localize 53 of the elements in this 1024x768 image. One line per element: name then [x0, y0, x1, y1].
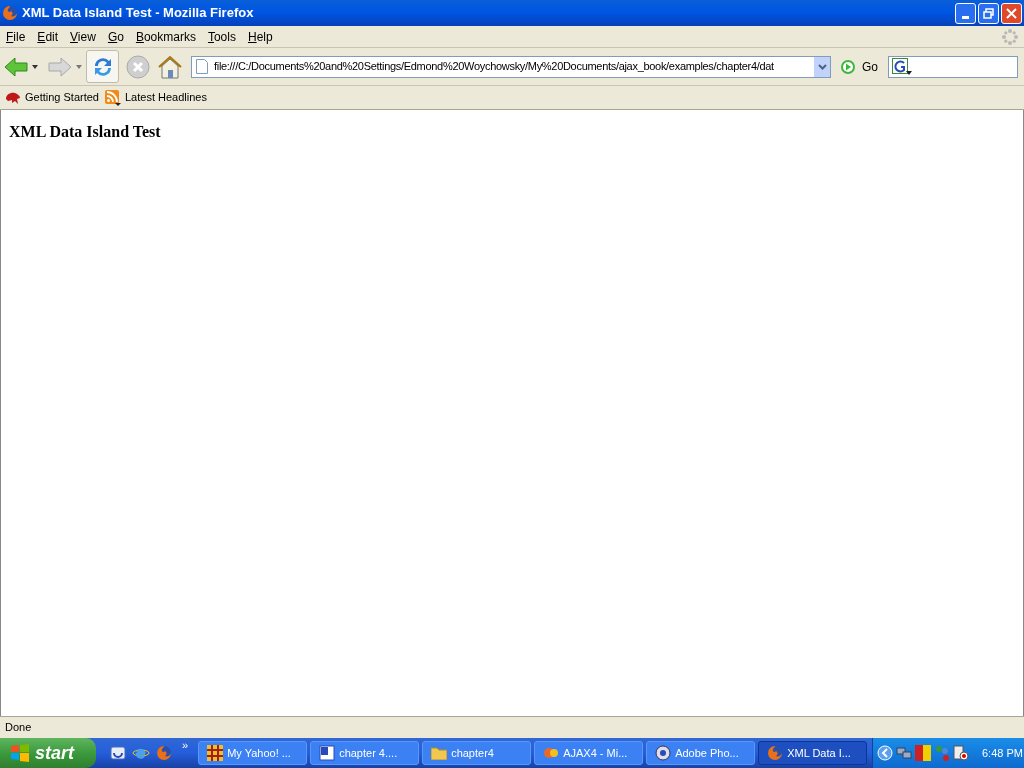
firefox-icon[interactable]: [156, 745, 172, 761]
menu-item[interactable]: View: [64, 27, 102, 46]
firefox-icon: [767, 745, 784, 761]
address-field[interactable]: file:///C:/Documents%20and%20Settings/Edmond%20Woychowsky/My%20Documents/ajax_book/examples/chapter4/dat: [191, 55, 831, 78]
grid-icon: [207, 745, 224, 761]
eye-icon: [655, 745, 672, 761]
taskbar-button[interactable]: chapter 4....: [310, 741, 420, 765]
close-icon: [1006, 7, 1017, 19]
app-icon: [543, 745, 560, 761]
start-button[interactable]: start: [0, 738, 96, 768]
close-button[interactable]: [1001, 2, 1022, 24]
taskbar-button[interactable]: Adobe Pho...: [646, 741, 756, 765]
dropdown-arrow-icon[interactable]: [32, 64, 38, 69]
taskbar-button[interactable]: AJAX4 - Mi...: [534, 741, 644, 765]
menu-item[interactable]: Go: [101, 27, 130, 46]
menu-item[interactable]: Bookmarks: [129, 27, 202, 46]
firefox-icon: [2, 5, 18, 21]
taskbar-button[interactable]: XML Data I...: [758, 741, 868, 765]
go-button[interactable]: Go: [840, 57, 878, 76]
menu-item[interactable]: Edit: [31, 27, 65, 46]
page-icon: [196, 59, 208, 74]
taskbar-button[interactable]: chapter4: [422, 741, 532, 765]
search-field[interactable]: [888, 55, 1018, 78]
menu-item[interactable]: Help: [241, 27, 279, 46]
recording-icon[interactable]: [953, 745, 969, 761]
search-engine-icon: [892, 57, 912, 76]
url-text: file:///C:/Documents%20and%20Settings/Edmond%20Woychowsky/My%20Documents/ajax_book/examples/chapter4/dat: [214, 59, 775, 75]
page-heading: XML Data Island Test: [9, 122, 162, 142]
chevron-left-icon[interactable]: [877, 745, 893, 761]
more-button[interactable]: »: [182, 737, 189, 754]
dropdown-button[interactable]: [814, 56, 830, 77]
go-arrow-icon: [840, 58, 856, 75]
reload-button[interactable]: [86, 50, 119, 83]
folder-icon: [431, 746, 448, 760]
bookmark-link[interactable]: Latest Headlines: [105, 89, 207, 106]
minimize-button[interactable]: [955, 2, 976, 24]
windows-logo: [10, 744, 30, 762]
taskbar-button[interactable]: My Yahoo! ...: [198, 741, 308, 765]
document-icon: [319, 745, 336, 761]
menu-item[interactable]: File: [0, 27, 32, 46]
home-icon[interactable]: [157, 53, 183, 80]
bookmark-link[interactable]: Getting Started: [5, 89, 99, 106]
restore-icon: [983, 7, 994, 19]
window-title: XML Data Island Test - Mozilla Firefox: [22, 4, 254, 23]
clock: 6:48 PM: [982, 745, 1023, 761]
status-text: Done: [5, 720, 32, 736]
chevron-down-icon: [817, 63, 827, 70]
restore-button[interactable]: [978, 2, 999, 24]
stop-icon[interactable]: [126, 54, 150, 79]
feed-icon: [105, 89, 121, 106]
throbber-icon: [1002, 28, 1018, 45]
menu-item[interactable]: Tools: [201, 27, 242, 46]
network-icon[interactable]: [896, 745, 912, 761]
